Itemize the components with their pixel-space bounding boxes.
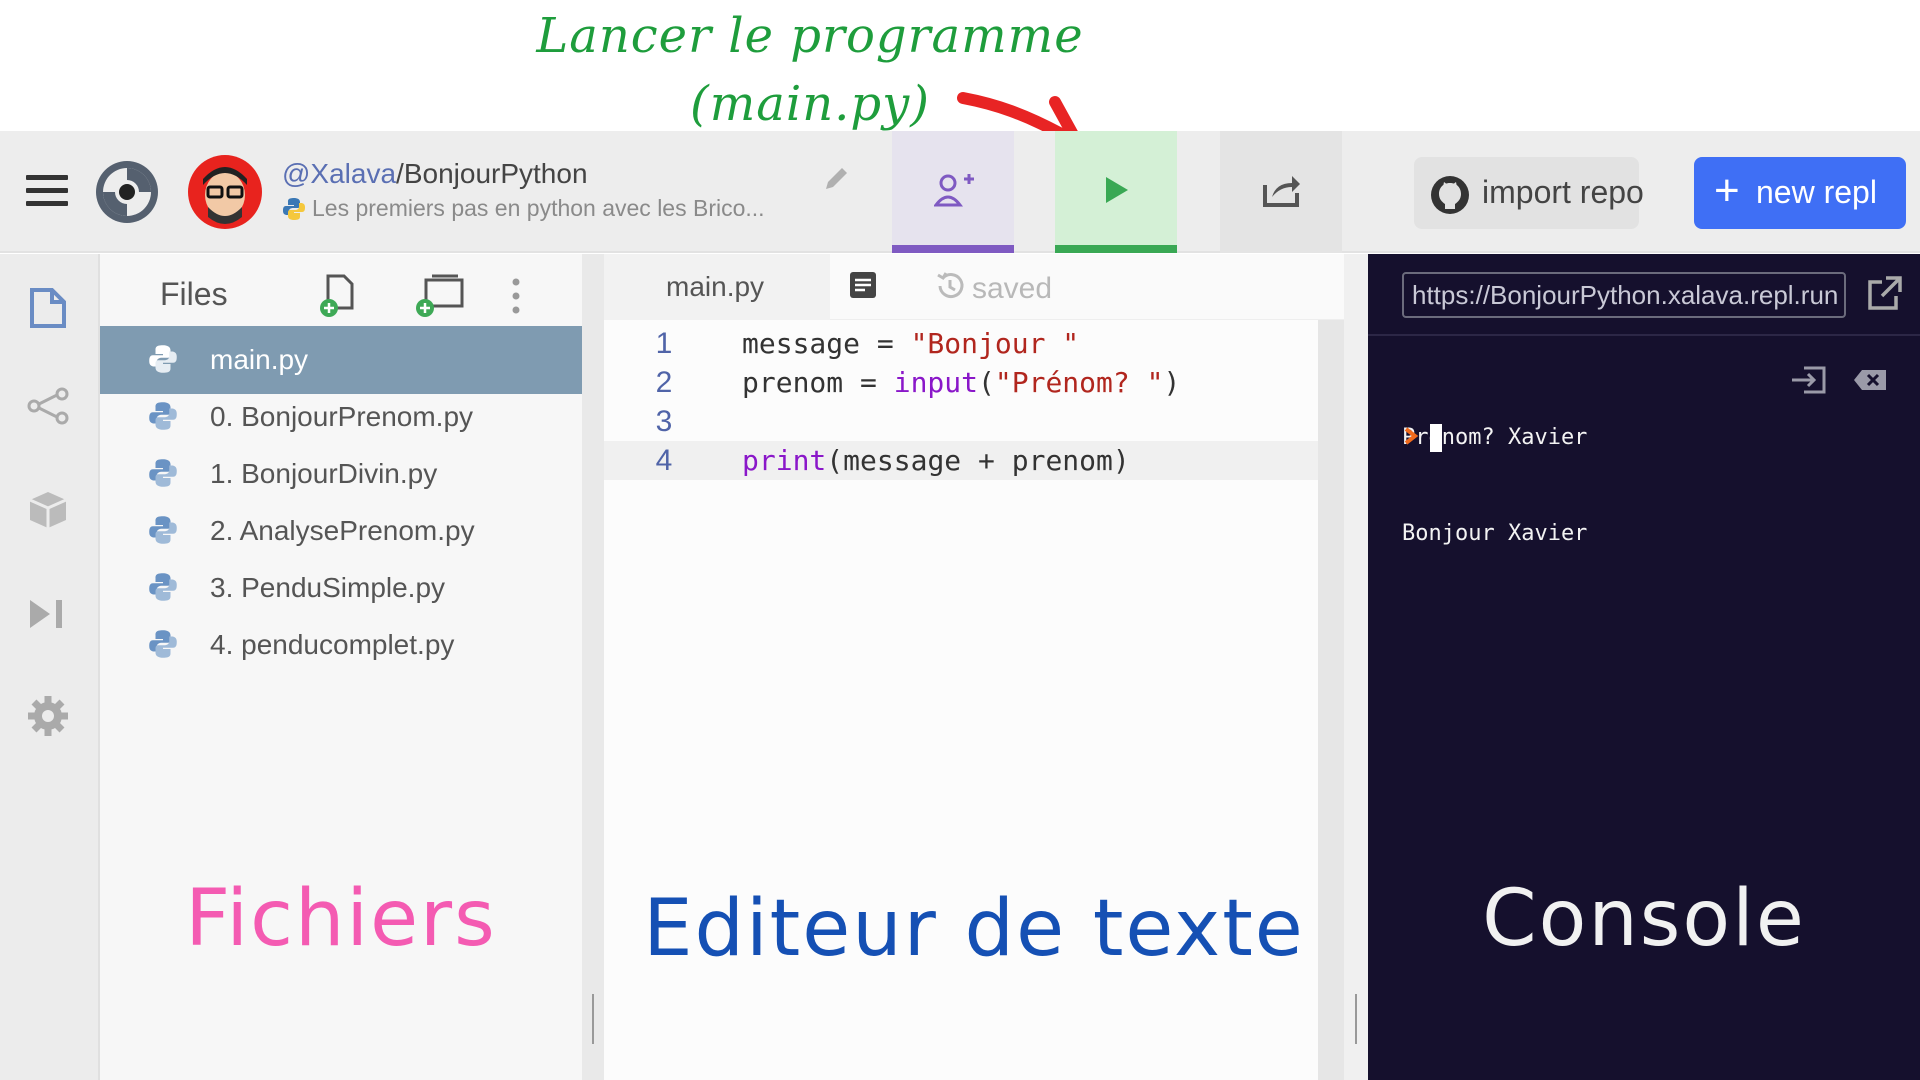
code-line: 2 prenom = input("Prénom? ") <box>604 363 1344 402</box>
file-item[interactable]: 2. AnalysePrenom.py <box>100 497 582 554</box>
more-options-icon[interactable] <box>510 276 522 316</box>
top-bar: @Xalava/BonjourPython Les premiers pas e… <box>0 131 1920 253</box>
code-text: message = "Bonjour " <box>742 327 1080 360</box>
save-status-label: saved <box>972 272 1053 305</box>
line-number: 1 <box>655 327 673 360</box>
new-repl-label: new repl <box>1756 174 1877 210</box>
run-play-icon <box>1106 177 1128 203</box>
backspace-icon[interactable] <box>1852 366 1888 394</box>
file-item[interactable]: 0. BonjourPrenom.py <box>100 383 582 440</box>
file-item[interactable]: 4. penducomplet.py <box>100 611 582 668</box>
tab-main-py[interactable]: main.py <box>604 254 830 320</box>
file-item[interactable]: 3. PenduSimple.py <box>100 554 582 611</box>
file-item-label: 2. AnalysePrenom.py <box>210 515 475 546</box>
invite-indicator <box>892 245 1014 253</box>
github-icon <box>1431 176 1469 214</box>
code-area[interactable]: 1 message = "Bonjour " 2 prenom = input("Pr… <box>604 324 1344 480</box>
open-external-icon[interactable] <box>1864 274 1904 314</box>
file-item-label: main.py <box>210 344 309 375</box>
title-separator: / <box>396 158 404 189</box>
settings-gear-icon[interactable] <box>26 694 70 738</box>
code-text: print(message + prenom) <box>742 444 1130 477</box>
import-repo-button[interactable]: import repo <box>1414 157 1644 229</box>
files-editor-splitter[interactable] <box>582 254 604 1080</box>
python-file-icon <box>148 458 178 495</box>
files-icon[interactable] <box>26 286 70 330</box>
splitter-grip <box>1355 994 1357 1044</box>
new-file-icon[interactable] <box>318 272 358 318</box>
code-line: 4 print(message + prenom) <box>604 441 1344 480</box>
python-file-icon <box>148 401 178 438</box>
debugger-icon[interactable] <box>26 592 70 636</box>
file-item[interactable]: 1. BonjourDivin.py <box>100 440 582 497</box>
invite-user-icon <box>934 174 974 207</box>
repl-name: BonjourPython <box>403 158 588 189</box>
file-item-label: 1. BonjourDivin.py <box>210 458 438 489</box>
screenshot: Lancer le programme (main.py) @Xalava/Bo <box>0 0 1920 1080</box>
splitter-grip <box>592 994 594 1044</box>
console-cursor[interactable] <box>1430 424 1442 452</box>
repl-url-field[interactable]: https://BonjourPython.xalava.repl.run <box>1402 272 1846 318</box>
line-number: 3 <box>655 405 673 438</box>
repl-description: Les premiers pas en python avec les Bric… <box>282 195 765 222</box>
packages-icon[interactable] <box>26 488 70 532</box>
python-file-icon <box>148 515 178 552</box>
python-file-icon <box>148 344 178 381</box>
repl-title[interactable]: @Xalava/BonjourPython <box>282 158 588 190</box>
notes-icon[interactable] <box>848 270 878 300</box>
save-status: saved <box>934 270 1052 306</box>
files-annotation: Fichiers <box>185 874 497 964</box>
code-line: 3 <box>604 402 1344 441</box>
file-item-label: 4. penducomplet.py <box>210 629 455 660</box>
file-item-label: 3. PenduSimple.py <box>210 572 446 603</box>
line-number: 2 <box>655 366 673 399</box>
new-folder-icon[interactable] <box>412 272 468 318</box>
repl-owner[interactable]: @Xalava <box>282 158 396 189</box>
run-annotation-line1: Lancer le programme <box>536 8 1084 64</box>
version-control-icon[interactable] <box>26 384 70 428</box>
left-rail <box>0 254 100 1080</box>
code-editor-panel: main.py saved 1 message = "Bonjour " 2 pren… <box>604 254 1344 1080</box>
console-annotation: Console <box>1482 874 1806 964</box>
editor-annotation: Editeur de texte <box>643 884 1305 974</box>
editor-console-splitter[interactable] <box>1344 254 1368 1080</box>
python-icon <box>283 198 305 220</box>
code-text: prenom = input("Prénom? ") <box>742 366 1181 399</box>
run-button[interactable] <box>1055 131 1177 253</box>
python-file-icon <box>148 572 178 609</box>
console-divider <box>1368 334 1920 336</box>
files-title: Files <box>160 276 228 312</box>
files-panel: Files main.py 0. BonjourPrenom.py 1. Bonjo… <box>100 254 582 1080</box>
avatar[interactable] <box>188 155 262 229</box>
menu-icon[interactable] <box>26 175 68 207</box>
invite-button[interactable] <box>892 131 1014 253</box>
history-icon <box>937 272 964 299</box>
console-line: Bonjour Xavier <box>1402 521 1588 546</box>
repl-description-text: Les premiers pas en python avec les Bric… <box>312 195 765 221</box>
editor-tabs: main.py saved <box>604 254 1344 320</box>
share-button[interactable] <box>1220 131 1342 253</box>
prompt-chevron-icon <box>1404 427 1419 445</box>
replit-logo-icon[interactable] <box>94 159 160 225</box>
console-panel: https://BonjourPython.xalava.repl.run Pr… <box>1368 254 1920 1080</box>
console-output: Prénom? Xavier Bonjour Xavier <box>1402 358 1587 614</box>
code-line: 1 message = "Bonjour " <box>604 324 1344 363</box>
line-number: 4 <box>655 444 673 477</box>
import-repo-label: import repo <box>1482 174 1644 210</box>
python-file-icon <box>148 629 178 666</box>
new-repl-button[interactable]: + new repl <box>1694 157 1906 229</box>
file-item-label: 0. BonjourPrenom.py <box>210 401 474 432</box>
plus-icon: + <box>1714 166 1740 215</box>
pencil-icon[interactable] <box>822 163 852 193</box>
clear-console-icon[interactable] <box>1788 364 1828 396</box>
tab-main-py-label: main.py <box>666 271 765 302</box>
share-icon <box>1263 176 1300 207</box>
run-indicator <box>1055 245 1177 253</box>
